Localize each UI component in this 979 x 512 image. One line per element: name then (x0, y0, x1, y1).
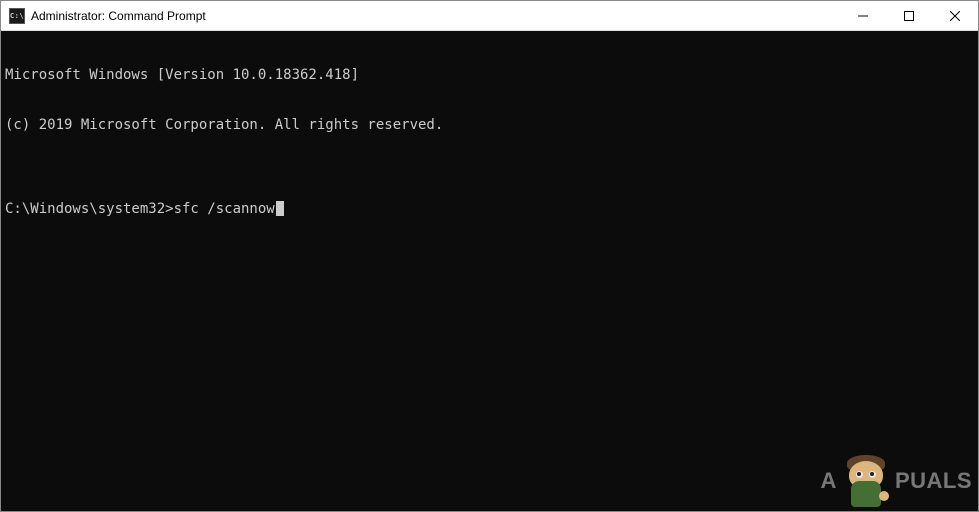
watermark-suffix: PUALS (895, 468, 972, 494)
close-icon (950, 11, 960, 21)
terminal-cursor (276, 201, 284, 216)
cmd-icon: C:\ (9, 8, 25, 24)
terminal-output-line: (c) 2019 Microsoft Corporation. All righ… (5, 117, 974, 134)
terminal-output-line: Microsoft Windows [Version 10.0.18362.41… (5, 67, 974, 84)
watermark-mascot-icon (843, 455, 889, 507)
maximize-icon (904, 11, 914, 21)
terminal-prompt-line: C:\Windows\system32>sfc /scannow (5, 201, 974, 218)
maximize-button[interactable] (886, 1, 932, 30)
terminal-area[interactable]: Microsoft Windows [Version 10.0.18362.41… (1, 31, 978, 511)
watermark-prefix: A (821, 468, 837, 494)
titlebar[interactable]: C:\ Administrator: Command Prompt (1, 1, 978, 31)
minimize-button[interactable] (840, 1, 886, 30)
watermark: A PUALS (821, 455, 972, 507)
terminal-command: sfc /scannow (174, 201, 275, 218)
minimize-icon (858, 11, 868, 21)
window-title: Administrator: Command Prompt (31, 9, 840, 23)
command-prompt-window: C:\ Administrator: Command Prompt Micros… (0, 0, 979, 512)
window-controls (840, 1, 978, 30)
close-button[interactable] (932, 1, 978, 30)
terminal-prompt: C:\Windows\system32> (5, 201, 174, 218)
